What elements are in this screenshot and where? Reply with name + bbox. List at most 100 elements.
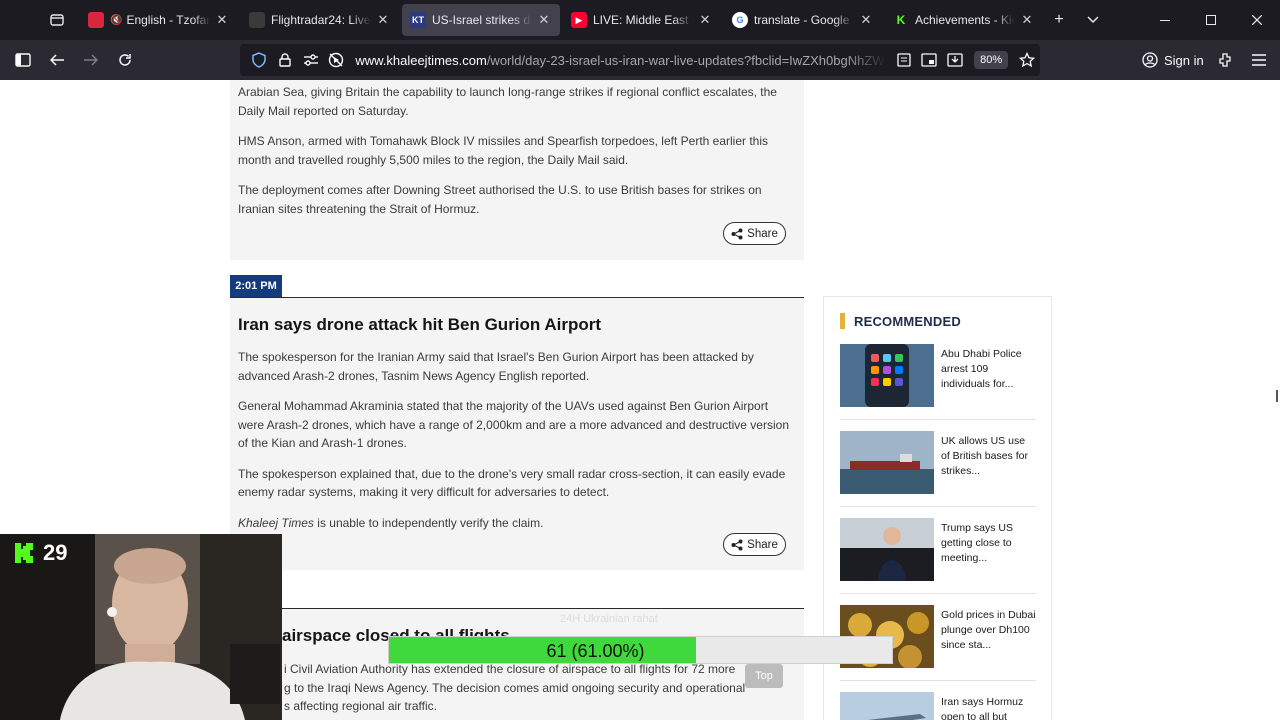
- scrollbar-thumb[interactable]: [1276, 390, 1278, 402]
- progress-title: 24H Ukrainian rahat: [560, 613, 658, 625]
- browser-tab[interactable]: Gtranslate - Google Search ✕: [724, 4, 882, 36]
- recommended-thumbnail[interactable]: [840, 518, 934, 581]
- kick-badge: 29: [13, 540, 67, 566]
- autoplay-blocked-icon[interactable]: [323, 44, 349, 76]
- address-bar[interactable]: www.khaleejtimes.com/world/day-23-israel…: [240, 44, 1040, 76]
- tab-close-icon[interactable]: ✕: [1019, 12, 1035, 28]
- recommended-item[interactable]: Abu Dhabi Police arrest 109 individuals …: [840, 344, 1036, 407]
- url-path: /world/day-23-israel-us-iran-war-live-up…: [486, 52, 885, 68]
- reader-view-icon[interactable]: [891, 44, 917, 76]
- recommended-headline[interactable]: Trump says US getting close to meeting..…: [941, 521, 1036, 566]
- tab-close-icon[interactable]: ✕: [214, 12, 230, 28]
- tab-label: English - Tzofar: [126, 13, 210, 27]
- tab-label: translate - Google Search: [754, 13, 854, 27]
- post-paragraph: The deployment comes after Downing Stree…: [238, 183, 762, 216]
- recommended-divider: [840, 680, 1036, 681]
- close-window-button[interactable]: [1234, 0, 1280, 40]
- source-name: Khaleej Times: [238, 515, 314, 530]
- forward-button[interactable]: [74, 44, 108, 76]
- sign-in-label: Sign in: [1164, 52, 1204, 68]
- tab-label: LIVE: Middle East reacts: [593, 13, 693, 27]
- kick-logo-icon: [15, 543, 33, 563]
- install-app-icon[interactable]: [942, 44, 968, 76]
- post-paragraph: General Mohammad Akraminia stated that t…: [238, 399, 789, 450]
- post-paragraph: The spokesperson for the Iranian Army sa…: [238, 350, 754, 383]
- post-paragraph: Arabian Sea, giving Britain the capabili…: [238, 85, 777, 118]
- recommended-headline[interactable]: UK allows US use of British bases for st…: [941, 434, 1036, 479]
- tab-favicon-icon: G: [732, 12, 748, 28]
- share-icon: [731, 228, 743, 239]
- title-accent-bar: [840, 313, 845, 329]
- maximize-button[interactable]: [1188, 0, 1234, 40]
- permissions-icon[interactable]: [298, 44, 324, 76]
- post-headline[interactable]: Iran says drone attack hit Ben Gurion Ai…: [238, 315, 601, 335]
- recommended-item[interactable]: Trump says US getting close to meeting..…: [840, 518, 1036, 581]
- recommended-headline[interactable]: Gold prices in Dubai plunge over Dh100 s…: [941, 608, 1036, 653]
- bookmark-star-icon[interactable]: [1014, 44, 1040, 76]
- kick-count: 29: [43, 540, 68, 565]
- back-to-top-button[interactable]: Top: [745, 664, 783, 688]
- lock-icon[interactable]: [272, 44, 298, 76]
- post-time-badge: 2:01 PM: [230, 275, 282, 297]
- sidebar-toggle-icon[interactable]: [6, 44, 40, 76]
- recommended-divider: [840, 506, 1036, 507]
- account-icon: [1142, 52, 1158, 68]
- post-line: s affecting regional air traffic.: [284, 699, 437, 713]
- tab-label: Flightradar24: Live Flight: [271, 13, 371, 27]
- recommended-thumbnail[interactable]: [840, 692, 934, 720]
- recommended-item[interactable]: UK allows US use of British bases for st…: [840, 431, 1036, 494]
- tab-close-icon[interactable]: ✕: [697, 12, 713, 28]
- tab-close-icon[interactable]: ✕: [375, 12, 391, 28]
- minimize-button[interactable]: [1142, 0, 1188, 40]
- tab-bar: 🔇English - Tzofar✕Flightradar24: Live Fl…: [0, 0, 1280, 40]
- menu-icon[interactable]: [1242, 44, 1276, 76]
- recommended-thumbnail[interactable]: [840, 344, 934, 407]
- url-text[interactable]: www.khaleejtimes.com/world/day-23-israel…: [355, 53, 886, 68]
- recommended-heading: RECOMMENDED: [854, 313, 961, 329]
- share-label: Share: [747, 538, 778, 551]
- reload-button[interactable]: [108, 44, 142, 76]
- post-line: g to the Iraqi News Agency. The decision…: [284, 680, 746, 695]
- extensions-icon[interactable]: [1208, 44, 1242, 76]
- tab-close-icon[interactable]: ✕: [536, 12, 552, 28]
- tracking-protection-icon[interactable]: [246, 44, 272, 76]
- navigation-toolbar: www.khaleejtimes.com/world/day-23-israel…: [0, 40, 1280, 80]
- picture-in-picture-icon[interactable]: [917, 44, 943, 76]
- live-update-card: The spokesperson for the Iranian Army sa…: [230, 298, 804, 570]
- tab-muted-icon[interactable]: 🔇: [110, 15, 122, 26]
- share-icon: [731, 539, 743, 550]
- back-button[interactable]: [40, 44, 74, 76]
- firefox-view-icon[interactable]: [44, 9, 70, 31]
- post-paragraph: HMS Anson, armed with Tomahawk Block IV …: [238, 134, 769, 167]
- browser-tab[interactable]: ▶ LIVE: Middle East reacts ✕: [563, 4, 721, 36]
- recommended-divider: [840, 419, 1036, 420]
- list-all-tabs-button[interactable]: [1074, 0, 1112, 40]
- tab-label: US-Israel strikes damage: [432, 13, 532, 27]
- recommended-thumbnail[interactable]: [840, 431, 934, 494]
- browser-tab[interactable]: K Achievements - Kick ✕: [885, 4, 1043, 36]
- recommended-headline[interactable]: Iran says Hormuz open to all but: [941, 695, 1036, 720]
- sign-in-button[interactable]: Sign in: [1134, 44, 1212, 76]
- zoom-level-badge[interactable]: 80%: [974, 51, 1009, 69]
- recommended-title: RECOMMENDED: [840, 313, 961, 329]
- tab-favicon-icon: ▶: [571, 12, 587, 28]
- browser-tab[interactable]: 🔇 English - Tzofar ✕: [80, 4, 238, 36]
- browser-tab[interactable]: KT US-Israel strikes damage ✕: [402, 4, 560, 36]
- tab-favicon-icon: [88, 12, 104, 28]
- progress-bar: 61 (61.00%): [388, 636, 893, 664]
- new-tab-button[interactable]: +: [1040, 0, 1078, 40]
- share-button[interactable]: Share: [723, 222, 786, 245]
- recommended-headline[interactable]: Abu Dhabi Police arrest 109 individuals …: [941, 347, 1036, 392]
- share-label: Share: [747, 227, 778, 240]
- url-domain: www.khaleejtimes.com: [355, 52, 487, 68]
- tab-close-icon[interactable]: ✕: [858, 12, 874, 28]
- recommended-item[interactable]: Iran says Hormuz open to all but: [840, 692, 1036, 720]
- share-button[interactable]: Share: [723, 533, 786, 556]
- tab-favicon-icon: [249, 12, 265, 28]
- recommended-divider: [840, 593, 1036, 594]
- tab-label: Achievements - Kick: [915, 13, 1015, 27]
- browser-tab[interactable]: Flightradar24: Live Flight ✕: [241, 4, 399, 36]
- tab-favicon-icon: K: [893, 12, 909, 28]
- post-excerpt: i Civil Aviation Authority has extended …: [284, 660, 804, 716]
- post-disclaimer: Khaleej Times is unable to independently…: [230, 514, 804, 533]
